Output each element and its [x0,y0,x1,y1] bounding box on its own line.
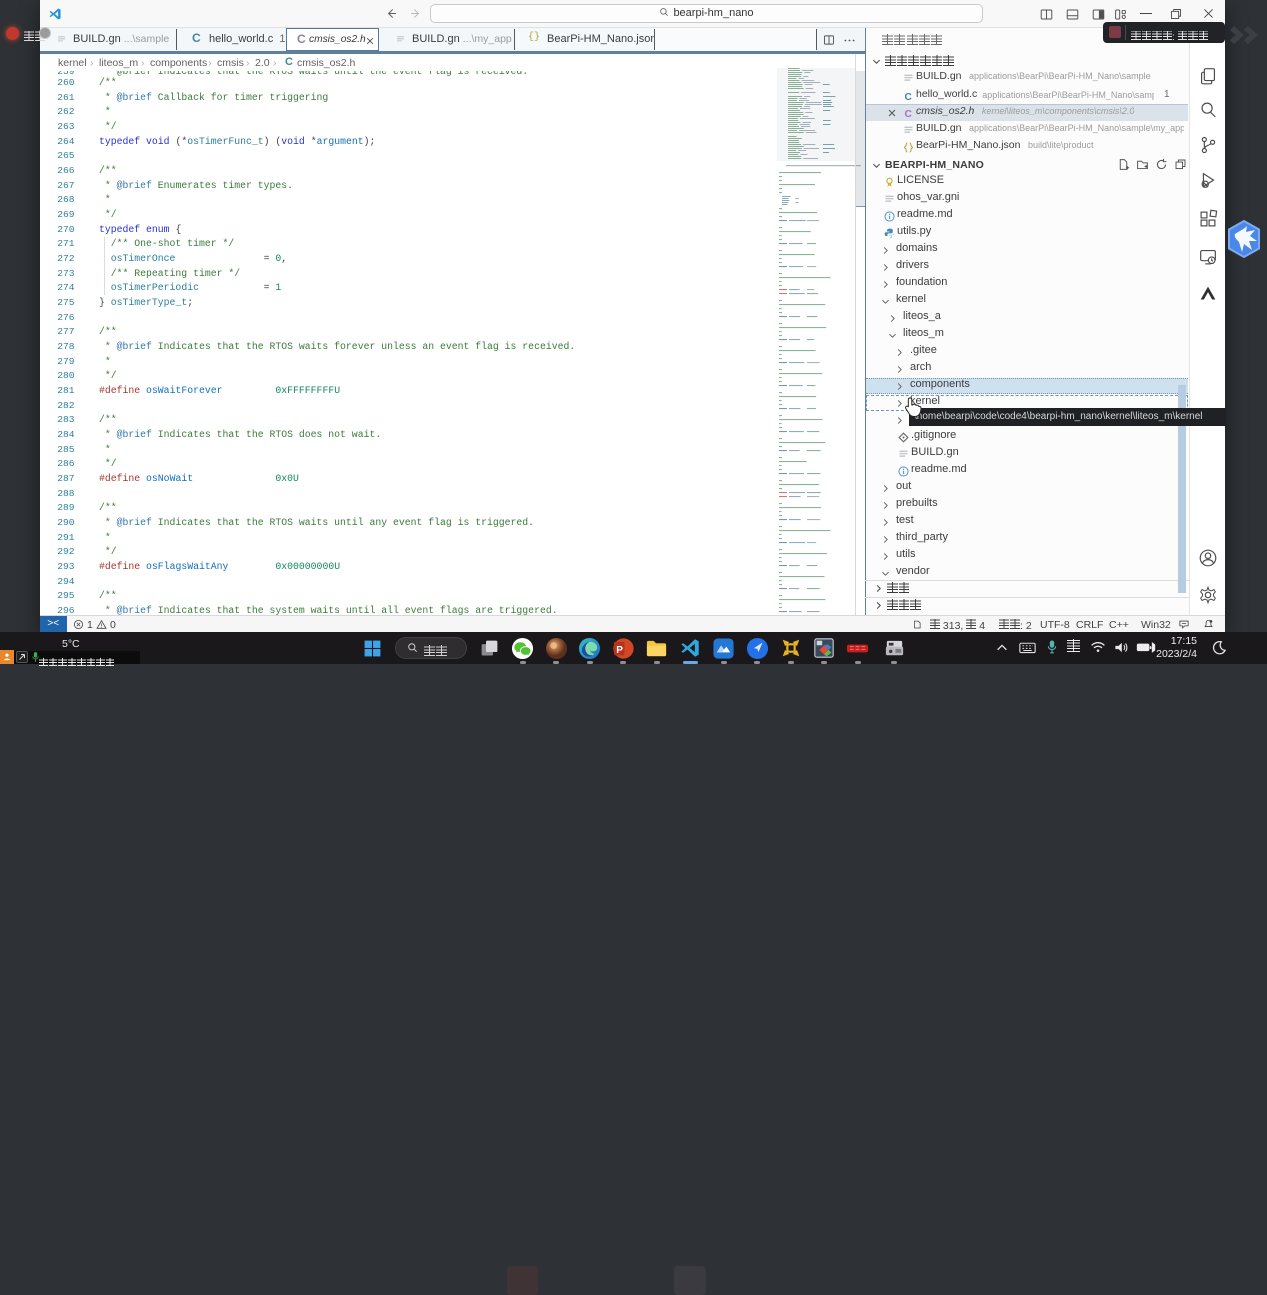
svg-text:C: C [904,109,912,120]
svg-text:P: P [616,644,623,655]
svg-text:C: C [904,92,912,103]
